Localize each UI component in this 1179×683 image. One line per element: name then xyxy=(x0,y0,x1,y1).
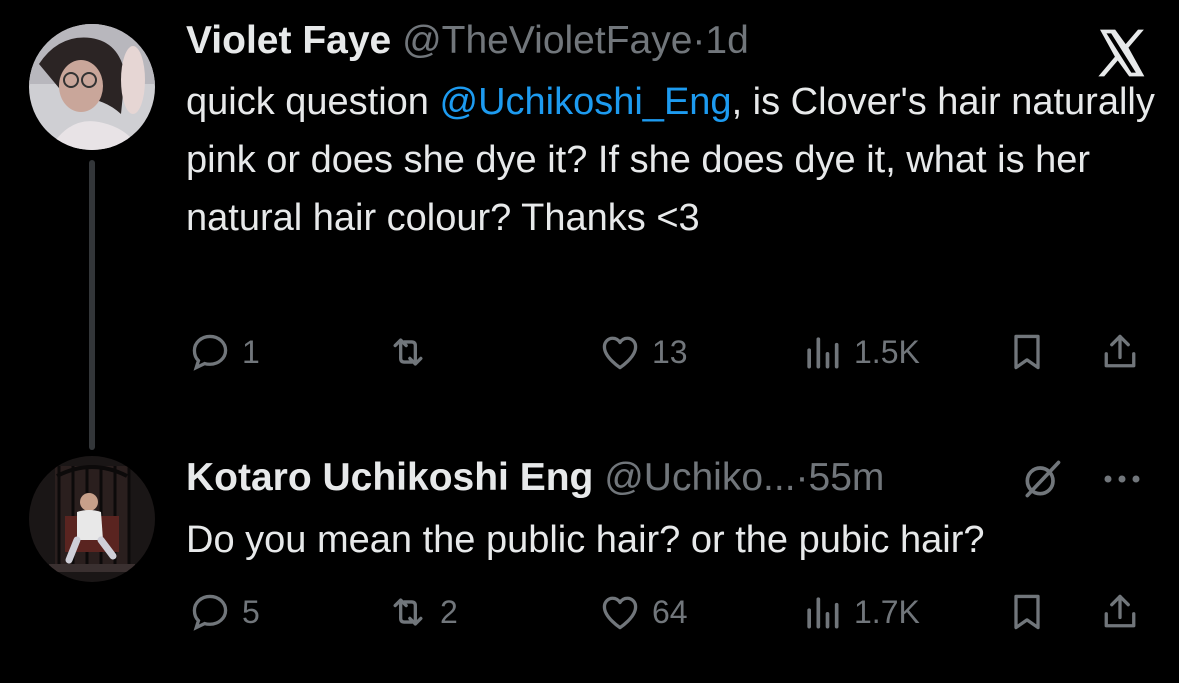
like-icon xyxy=(602,336,638,370)
reply-icon xyxy=(192,594,228,631)
reply-count: 5 xyxy=(242,593,260,630)
retweet-icon xyxy=(393,338,423,366)
handle[interactable]: @Uchiko... xyxy=(604,456,795,499)
retweet-button[interactable] xyxy=(386,322,440,382)
share-button[interactable] xyxy=(1098,322,1142,382)
display-name[interactable]: Kotaro Uchikoshi Eng xyxy=(186,456,593,499)
timestamp[interactable]: 55m xyxy=(809,456,885,499)
separator: · xyxy=(692,19,706,62)
action-bar: 1 13 1.5K xyxy=(0,322,1179,382)
separator: · xyxy=(795,456,809,499)
avatar[interactable] xyxy=(29,456,155,582)
tweet-text: Do you mean the public hair? or the pubi… xyxy=(186,519,985,561)
tweet-kotaro-uchikoshi[interactable]: Kotaro Uchikoshi Eng @Uchiko...·55m Do y… xyxy=(0,430,1179,683)
views-count: 1.7K xyxy=(854,593,920,630)
share-icon xyxy=(1104,594,1136,628)
views-count: 1.5K xyxy=(854,333,920,370)
bookmark-button[interactable] xyxy=(1005,322,1049,382)
reply-count: 1 xyxy=(242,333,260,370)
reply-icon xyxy=(192,334,228,371)
avatar[interactable] xyxy=(29,24,155,150)
like-count: 13 xyxy=(652,333,688,370)
views-icon xyxy=(807,597,839,629)
thread-line xyxy=(89,160,95,450)
like-button[interactable]: 13 xyxy=(598,322,688,382)
bookmark-icon xyxy=(1014,594,1040,630)
tweet-violet-faye[interactable]: Violet Faye @TheVioletFaye·1d quick ques… xyxy=(0,0,1179,450)
bookmark-icon xyxy=(1014,334,1040,370)
grok-icon[interactable] xyxy=(1020,457,1064,501)
reply-button[interactable]: 5 xyxy=(188,582,260,642)
tweet-header: Violet Faye @TheVioletFaye·1d xyxy=(186,16,749,66)
tweet-text-part: quick question xyxy=(186,81,440,123)
mention-link[interactable]: @Uchikoshi_Eng xyxy=(440,81,732,123)
like-count: 64 xyxy=(652,593,688,630)
reply-button[interactable]: 1 xyxy=(188,322,260,382)
bookmark-button[interactable] xyxy=(1005,582,1049,642)
display-name[interactable]: Violet Faye xyxy=(186,19,391,62)
share-icon xyxy=(1104,334,1136,368)
like-button[interactable]: 64 xyxy=(598,582,688,642)
retweet-icon xyxy=(393,598,423,626)
tweet-header: Kotaro Uchikoshi Eng @Uchiko...·55m xyxy=(186,453,884,503)
retweet-button[interactable]: 2 xyxy=(386,582,458,642)
views-button[interactable]: 1.7K xyxy=(800,582,920,642)
views-icon xyxy=(807,337,839,369)
timestamp[interactable]: 1d xyxy=(705,19,748,62)
share-button[interactable] xyxy=(1098,582,1142,642)
like-icon xyxy=(602,596,638,630)
more-icon[interactable] xyxy=(1097,466,1147,492)
tweet-text: quick question @Uchikoshi_Eng, is Clover… xyxy=(186,73,1156,247)
action-bar: 5 2 64 1.7K xyxy=(0,582,1179,642)
views-button[interactable]: 1.5K xyxy=(800,322,920,382)
retweet-count: 2 xyxy=(440,593,458,630)
handle[interactable]: @TheVioletFaye xyxy=(402,19,692,62)
